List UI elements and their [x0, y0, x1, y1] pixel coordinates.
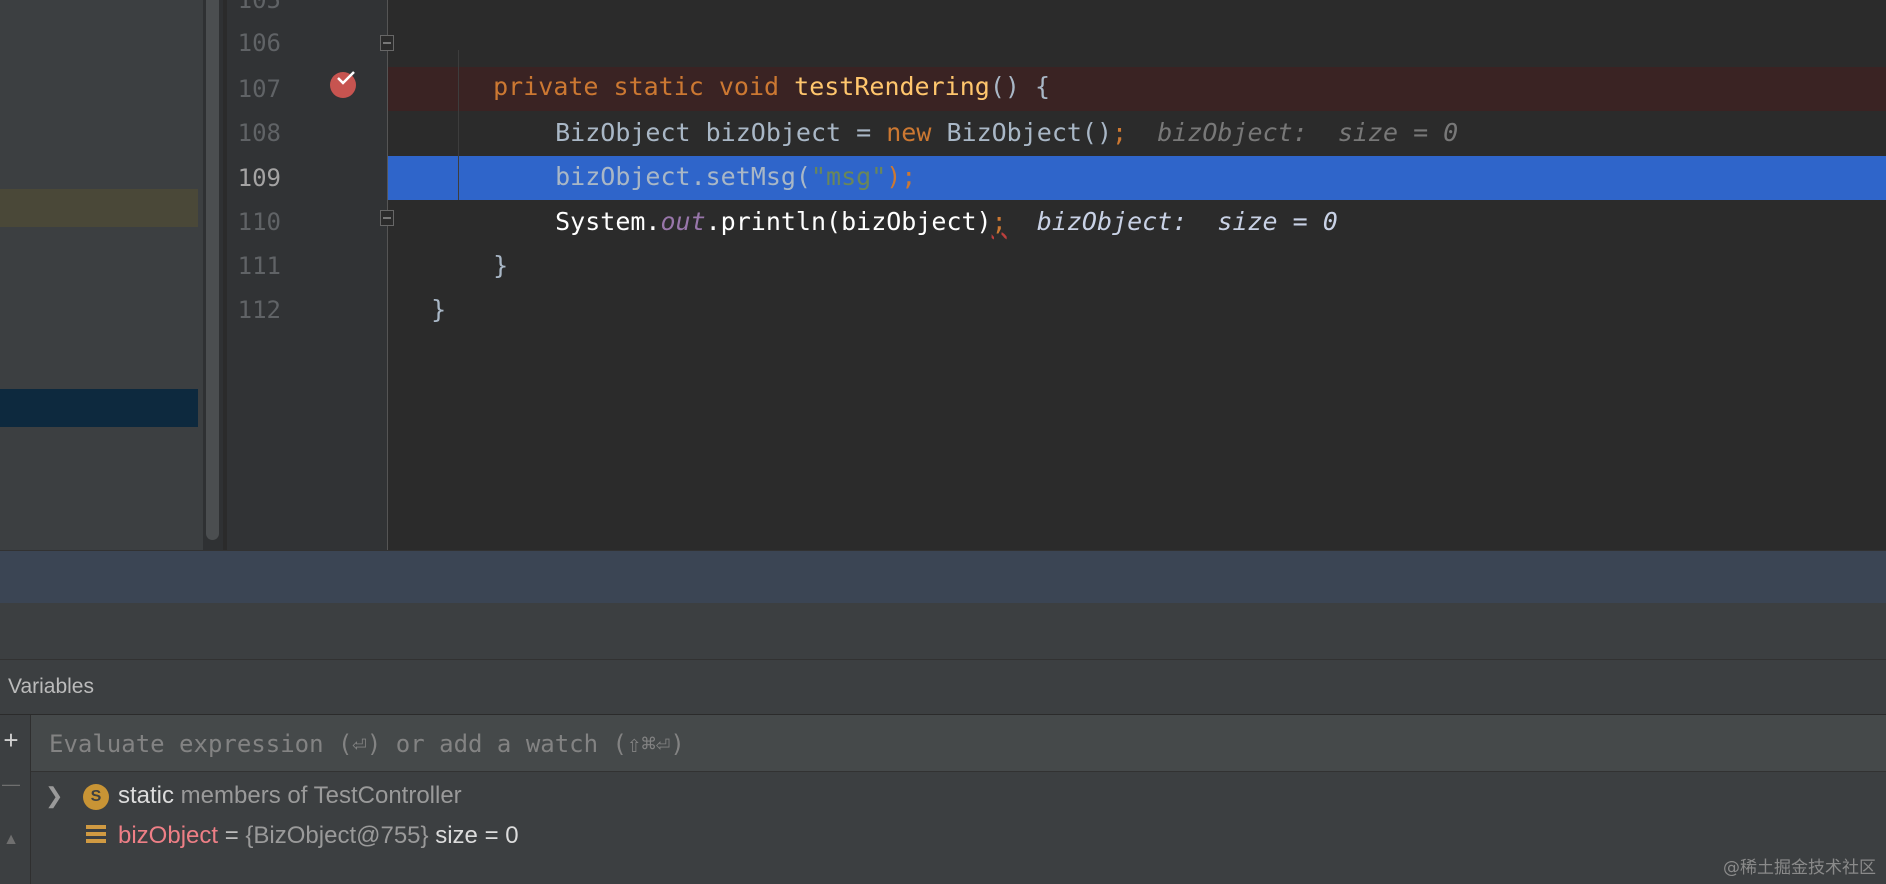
static-members-icon: S — [83, 784, 109, 810]
fold-method-end-icon[interactable] — [380, 210, 394, 226]
variables-list[interactable]: ❯ S static members of TestController biz… — [31, 772, 1886, 884]
variable-static-label: static members of TestController — [118, 776, 462, 816]
debug-toolbar-strip[interactable] — [0, 550, 1886, 603]
evaluate-expression-bar[interactable] — [31, 715, 1886, 773]
variable-equals: = — [218, 822, 246, 849]
line-number-112: 112 — [237, 296, 281, 324]
variables-side-toolbar: + — ▲ — [0, 715, 31, 884]
code-line-109[interactable]: System.out.println(bizObject); bizObject… — [525, 156, 1338, 244]
variable-size: size = 0 — [428, 822, 519, 849]
debug-frames-area — [0, 603, 1886, 660]
remove-watch-button[interactable]: — — [0, 771, 22, 797]
project-item-selected[interactable] — [0, 389, 198, 427]
indent-guide — [458, 50, 459, 200]
line-number-110: 110 — [237, 208, 281, 236]
fold-method-icon[interactable] — [380, 35, 394, 51]
inline-value-hint: bizObject: size = 0 — [1127, 118, 1459, 147]
code-token: System. — [555, 207, 661, 236]
code-token: BizObject() — [946, 118, 1113, 147]
line-number-105: 105 — [237, 0, 281, 14]
breakpoint-check-icon — [337, 71, 355, 85]
variable-description: members of TestController — [174, 782, 462, 809]
code-token: out — [660, 207, 706, 236]
variable-object-id: {BizObject@755} — [245, 822, 429, 849]
code-line-110[interactable]: } — [463, 200, 508, 288]
variable-name: bizObject — [118, 822, 219, 849]
project-item-highlight[interactable] — [0, 189, 198, 227]
line-number-109: 109 — [237, 164, 281, 192]
project-panel[interactable] — [0, 0, 204, 550]
code-token: } — [493, 251, 509, 280]
code-token: ; — [1112, 118, 1128, 147]
code-token: .println(bizObject) — [705, 207, 992, 236]
add-watch-button[interactable]: + — [0, 727, 22, 753]
line-number-108: 108 — [237, 119, 281, 147]
variable-value-text: bizObject = {BizObject@755} size = 0 — [118, 816, 519, 856]
variables-header: Variables — [0, 660, 1886, 715]
move-up-button[interactable]: ▲ — [0, 827, 22, 853]
field-icon — [86, 825, 106, 845]
inline-value-hint: bizObject: size = 0 — [1006, 207, 1338, 236]
variable-row-static[interactable]: ❯ S static members of TestController — [31, 776, 1886, 816]
variable-row-bizobject[interactable]: bizObject = {BizObject@755} size = 0 — [31, 816, 1886, 856]
code-line-111[interactable]: } — [401, 244, 446, 332]
code-token: } — [431, 295, 447, 324]
variables-title: Variables — [8, 675, 94, 698]
watermark: @稀土掘金技术社区 — [1723, 858, 1876, 878]
breakpoint-icon[interactable] — [330, 71, 356, 98]
project-scrollbar[interactable] — [206, 0, 219, 540]
line-number-107: 107 — [237, 75, 281, 103]
code-token: ; — [991, 207, 1007, 236]
variable-keyword: static — [118, 782, 175, 809]
line-number-111: 111 — [237, 252, 281, 280]
evaluate-expression-input[interactable] — [47, 715, 1851, 773]
line-number-106: 106 — [237, 29, 281, 57]
expand-chevron-icon[interactable]: ❯ — [45, 776, 63, 816]
